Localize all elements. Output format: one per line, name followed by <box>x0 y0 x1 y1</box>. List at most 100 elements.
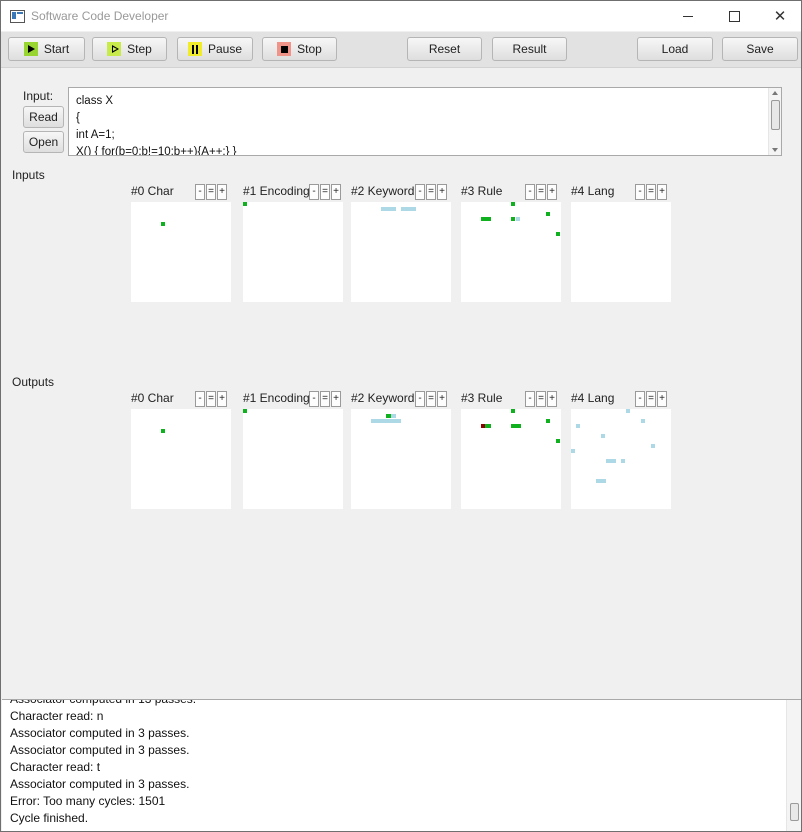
output-panel-controls: - = + <box>525 391 558 408</box>
zoom-reset-button[interactable]: = <box>646 391 656 407</box>
code-scrollbar[interactable] <box>768 88 781 155</box>
input-panel-controls: - = + <box>195 184 228 201</box>
zoom-in-button[interactable]: + <box>547 184 557 200</box>
activation-cell <box>576 424 580 428</box>
output-panel-4: #4 Lang - = + <box>571 391 671 511</box>
zoom-reset-button[interactable]: = <box>426 391 436 407</box>
zoom-reset-button[interactable]: = <box>536 391 546 407</box>
zoom-out-button[interactable]: - <box>635 391 645 407</box>
zoom-out-button[interactable]: - <box>309 391 319 407</box>
input-panel-controls: - = + <box>309 184 342 201</box>
activation-cell <box>556 232 560 236</box>
close-button[interactable]: ✕ <box>757 1 802 31</box>
zoom-reset-button[interactable]: = <box>206 184 216 200</box>
log-output[interactable]: Associator computed in 13 passes. Charact… <box>2 699 801 831</box>
log-scroll-thumb[interactable] <box>790 803 799 821</box>
activation-cell <box>381 207 396 211</box>
step-button[interactable]: Step <box>92 37 167 61</box>
stop-label: Stop <box>297 42 322 56</box>
output-panel-controls: - = + <box>635 391 668 408</box>
minimize-button[interactable] <box>665 1 711 31</box>
activation-cell <box>556 439 560 443</box>
zoom-reset-button[interactable]: = <box>320 391 330 407</box>
result-button[interactable]: Result <box>492 37 567 61</box>
output-activation-map <box>131 409 231 509</box>
activation-cell <box>546 419 550 423</box>
log-line: Character read: n <box>10 709 104 723</box>
code-text: class X { int A=1; X() { for(b=0;b!=10;b… <box>76 95 237 156</box>
zoom-reset-button[interactable]: = <box>426 184 436 200</box>
input-panel-title: #0 Char <box>131 184 174 198</box>
close-icon: ✕ <box>773 7 787 25</box>
activation-cell <box>596 479 606 483</box>
zoom-reset-button[interactable]: = <box>320 184 330 200</box>
activation-cell <box>481 217 491 221</box>
zoom-reset-button[interactable]: = <box>536 184 546 200</box>
save-button[interactable]: Save <box>722 37 798 61</box>
log-lines: Associator computed in 13 passes. Charact… <box>10 699 197 827</box>
inputs-section-label: Inputs <box>12 168 45 182</box>
log-scrollbar[interactable] <box>786 700 801 831</box>
scroll-thumb[interactable] <box>771 100 780 130</box>
input-panel-title: #4 Lang <box>571 184 615 198</box>
output-panel-1: #1 Encoding - = + <box>243 391 343 511</box>
input-activation-map <box>571 202 671 302</box>
zoom-in-button[interactable]: + <box>217 184 227 200</box>
log-line: Associator computed in 13 passes. <box>10 699 197 706</box>
input-panel-controls: - = + <box>635 184 668 201</box>
log-line: Associator computed in 3 passes. <box>10 743 190 757</box>
input-panel-controls: - = + <box>415 184 448 201</box>
start-label: Start <box>43 42 70 56</box>
activation-cell <box>243 409 247 413</box>
read-button[interactable]: Read <box>23 106 64 128</box>
log-line: Error: Too many cycles: 1501 <box>10 794 166 808</box>
activation-cell <box>161 429 165 433</box>
zoom-out-button[interactable]: - <box>195 391 205 407</box>
activation-cell <box>401 207 416 211</box>
input-panel-controls: - = + <box>525 184 558 201</box>
start-button[interactable]: Start <box>8 37 85 61</box>
input-activation-map <box>461 202 561 302</box>
activation-cell <box>621 459 625 463</box>
zoom-out-button[interactable]: - <box>415 184 425 200</box>
reset-button[interactable]: Reset <box>407 37 482 61</box>
play-icon <box>23 42 38 56</box>
zoom-in-button[interactable]: + <box>547 391 557 407</box>
zoom-in-button[interactable]: + <box>331 184 341 200</box>
activation-cell <box>161 222 165 226</box>
zoom-reset-button[interactable]: = <box>646 184 656 200</box>
activation-cell <box>511 424 521 428</box>
outputs-section-label: Outputs <box>12 375 55 389</box>
zoom-out-button[interactable]: - <box>309 184 319 200</box>
output-panel-2: #2 Keyword - = + <box>351 391 451 511</box>
zoom-in-button[interactable]: + <box>331 391 341 407</box>
open-button[interactable]: Open <box>23 131 64 153</box>
maximize-button[interactable] <box>711 1 757 31</box>
load-button[interactable]: Load <box>637 37 713 61</box>
zoom-in-button[interactable]: + <box>657 391 667 407</box>
zoom-in-button[interactable]: + <box>657 184 667 200</box>
input-panel-title: #1 Encoding <box>243 184 310 198</box>
zoom-in-button[interactable]: + <box>217 391 227 407</box>
zoom-out-button[interactable]: - <box>525 184 535 200</box>
output-activation-map <box>351 409 451 509</box>
output-panel-title: #2 Keyword <box>351 391 415 405</box>
input-label: Input: <box>23 89 54 103</box>
zoom-reset-button[interactable]: = <box>206 391 216 407</box>
zoom-out-button[interactable]: - <box>635 184 645 200</box>
zoom-in-button[interactable]: + <box>437 184 447 200</box>
zoom-out-button[interactable]: - <box>195 184 205 200</box>
zoom-out-button[interactable]: - <box>525 391 535 407</box>
zoom-in-button[interactable]: + <box>437 391 447 407</box>
input-panel-2: #2 Keyword - = + <box>351 184 451 304</box>
title-bar: Software Code Developer ✕ <box>1 1 801 31</box>
pause-button[interactable]: Pause <box>177 37 253 61</box>
stop-button[interactable]: Stop <box>262 37 337 61</box>
activation-cell <box>511 409 515 413</box>
activation-cell <box>516 217 520 221</box>
code-input[interactable]: class X { int A=1; X() { for(b=0;b!=10;b… <box>68 87 782 156</box>
log-line: Associator computed in 3 passes. <box>10 726 190 740</box>
input-panel-1: #1 Encoding - = + <box>243 184 343 304</box>
zoom-out-button[interactable]: - <box>415 391 425 407</box>
activation-cell <box>606 459 616 463</box>
